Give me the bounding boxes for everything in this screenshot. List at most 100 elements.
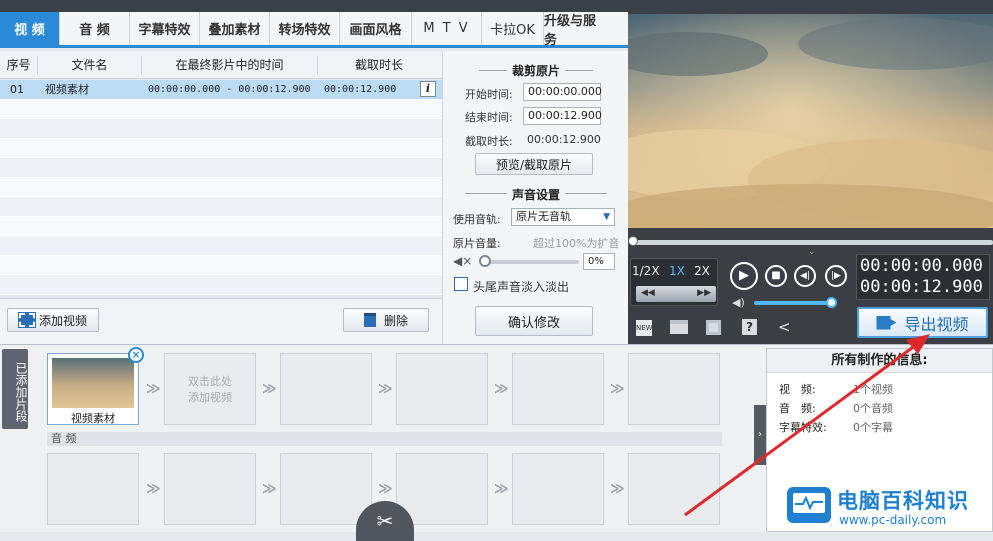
empty-slot[interactable] bbox=[512, 353, 604, 425]
audio-slot[interactable] bbox=[47, 453, 139, 525]
tab-overlay[interactable]: 叠加素材 bbox=[200, 12, 270, 45]
col-index: 序号 bbox=[0, 55, 38, 74]
end-time-input[interactable]: 00:00:12.900 bbox=[523, 107, 602, 125]
volume-slider-knob[interactable] bbox=[479, 255, 491, 267]
audio-slot[interactable] bbox=[280, 453, 372, 525]
duration-label: 截取时长: bbox=[465, 135, 513, 148]
title-bar bbox=[0, 0, 993, 12]
info-icon[interactable]: i bbox=[420, 81, 436, 98]
end-time-label: 结束时间: bbox=[465, 111, 513, 124]
rewind-icon[interactable]: ◀◀ bbox=[641, 288, 655, 300]
speed-1x[interactable]: 1X bbox=[669, 264, 685, 278]
speed-2x[interactable]: 2X bbox=[694, 264, 710, 278]
table-row bbox=[0, 119, 442, 139]
clip-thumbnail[interactable]: 视频素材 bbox=[47, 353, 139, 425]
tab-subtitle[interactable]: 字幕特效 bbox=[130, 12, 200, 45]
player-volume-knob[interactable] bbox=[826, 297, 837, 308]
table-row bbox=[0, 216, 442, 236]
preview-trim-button[interactable]: 预览/截取原片 bbox=[475, 153, 593, 175]
stop-icon[interactable]: ■ bbox=[765, 265, 787, 287]
remove-clip-icon[interactable]: × bbox=[128, 347, 144, 363]
duration-value: 00:00:12.900 bbox=[527, 133, 601, 146]
expand-chevron-icon[interactable]: ⌄ bbox=[808, 247, 816, 257]
watermark-title: 电脑百科知识 bbox=[837, 489, 969, 513]
clip-label: 视频素材 bbox=[71, 412, 115, 425]
volume-hint: 超过100%为扩音 bbox=[533, 237, 620, 250]
audio-slot[interactable] bbox=[512, 453, 604, 525]
clip-actions-bar: 添加视频 删除 bbox=[0, 298, 442, 344]
divider bbox=[565, 70, 593, 71]
col-filename: 文件名 bbox=[38, 55, 142, 74]
volume-input[interactable]: 0% bbox=[583, 253, 615, 270]
start-time-input[interactable]: 00:00:00.000 bbox=[523, 83, 602, 101]
table-row bbox=[0, 197, 442, 217]
empty-slot[interactable] bbox=[280, 353, 372, 425]
track-select[interactable]: 原片无音轨 ▼ bbox=[511, 208, 615, 226]
monitor-logo-icon bbox=[787, 487, 831, 523]
table-row bbox=[0, 177, 442, 197]
clip-table-body: 01 视频素材 00:00:00.000 - 00:00:12.900 00:0… bbox=[0, 80, 442, 298]
speed-jog[interactable]: ◀◀ ▶▶ bbox=[636, 286, 716, 302]
row-index: 01 bbox=[10, 82, 24, 96]
arrow-icon: ≫ bbox=[494, 381, 509, 397]
next-frame-icon[interactable]: |▶ bbox=[825, 265, 847, 287]
trim-title: 裁剪原片 bbox=[511, 64, 560, 78]
volume-slider[interactable] bbox=[483, 260, 579, 264]
add-video-slot[interactable]: 双击此处 添加视频 bbox=[164, 353, 256, 425]
watermark-url: www.pc-daily.com bbox=[839, 513, 947, 527]
row-filename: 视频素材 bbox=[45, 83, 89, 97]
delete-button[interactable]: 删除 bbox=[343, 308, 429, 332]
delete-label: 删除 bbox=[383, 313, 408, 328]
add-video-button[interactable]: 添加视频 bbox=[7, 308, 99, 332]
clip-thumb-image bbox=[52, 358, 134, 408]
mute-speaker-icon[interactable]: ◀× bbox=[453, 254, 472, 268]
col-time: 在最终影片中的时间 bbox=[142, 55, 318, 74]
tab-upgrade[interactable]: 升级与服务 bbox=[544, 12, 608, 48]
audio-slot[interactable] bbox=[164, 453, 256, 525]
tab-transition[interactable]: 转场特效 bbox=[270, 12, 340, 45]
start-time-label: 开始时间: bbox=[465, 88, 513, 101]
forward-icon[interactable]: ▶▶ bbox=[697, 288, 711, 300]
fade-checkbox[interactable] bbox=[454, 277, 468, 291]
arrow-icon: ≫ bbox=[146, 381, 161, 397]
play-icon[interactable]: ▶ bbox=[730, 262, 758, 290]
tab-video[interactable]: 视 频 bbox=[0, 12, 60, 45]
sound-title: 声音设置 bbox=[511, 188, 560, 202]
seek-knob[interactable] bbox=[628, 236, 638, 246]
speed-half[interactable]: 1/2X bbox=[632, 264, 660, 278]
speaker-icon[interactable]: ◀) bbox=[732, 296, 745, 309]
fade-label: 头尾声音淡入淡出 bbox=[473, 280, 570, 294]
prev-frame-icon[interactable]: ◀| bbox=[794, 265, 816, 287]
table-row bbox=[0, 158, 442, 178]
arrow-icon: ≫ bbox=[494, 481, 509, 497]
tab-mtv[interactable]: M T V bbox=[412, 12, 482, 45]
row-time: 00:00:00.000 - 00:00:12.900 bbox=[148, 83, 311, 95]
row-duration: 00:00:12.900 bbox=[324, 83, 397, 95]
arrow-icon: ≫ bbox=[146, 481, 161, 497]
new-icon[interactable]: NEW bbox=[636, 320, 653, 336]
tab-karaoke[interactable]: 卡拉OK bbox=[482, 12, 544, 45]
track-select-value: 原片无音轨 bbox=[516, 210, 571, 223]
table-row bbox=[0, 236, 442, 256]
empty-slot[interactable] bbox=[396, 353, 488, 425]
arrow-icon: ≫ bbox=[378, 381, 393, 397]
add-video-label: 添加视频 bbox=[38, 313, 87, 328]
audio-track-label: 音 频 bbox=[47, 432, 722, 446]
divider bbox=[565, 193, 607, 194]
current-time: 00:00:00.000 bbox=[860, 256, 983, 276]
table-row[interactable]: 01 视频素材 00:00:00.000 - 00:00:12.900 00:0… bbox=[0, 80, 442, 100]
table-row bbox=[0, 138, 442, 158]
arrow-icon: ≫ bbox=[378, 481, 393, 497]
player-volume-slider[interactable] bbox=[754, 301, 830, 305]
track-label: 使用音轨: bbox=[453, 213, 501, 226]
tab-style[interactable]: 画面风格 bbox=[340, 12, 412, 45]
trash-icon bbox=[363, 313, 376, 327]
col-duration: 截取时长 bbox=[354, 57, 403, 72]
table-row bbox=[0, 99, 442, 119]
tab-audio[interactable]: 音 频 bbox=[60, 12, 130, 45]
seek-bar[interactable] bbox=[632, 240, 993, 245]
arrow-icon: ≫ bbox=[262, 381, 277, 397]
confirm-button[interactable]: 确认修改 bbox=[475, 306, 593, 336]
added-clips-tab[interactable]: 已添加片段 bbox=[2, 349, 28, 429]
watermark: 电脑百科知识 www.pc-daily.com bbox=[783, 483, 993, 532]
